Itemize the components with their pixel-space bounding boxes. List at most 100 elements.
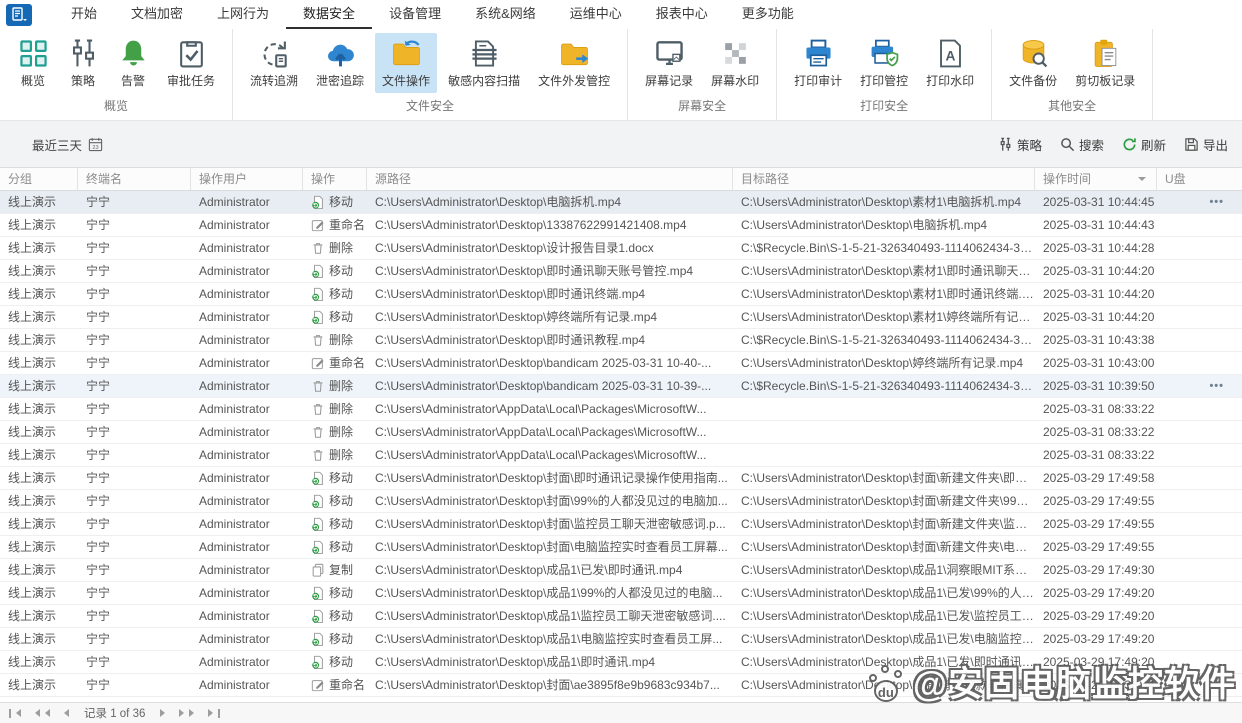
table-row[interactable]: 线上演示宁宁Administrator移动C:\Users\Administra… [0,513,1242,536]
group-cell: 线上演示 [0,260,78,282]
table-row[interactable]: 线上演示宁宁Administrator移动C:\Users\Administra… [0,260,1242,283]
ribbon-button-db-search[interactable]: 文件备份 [1002,33,1064,93]
menu-tab-8[interactable]: 报表中心 [639,0,725,29]
ribbon-button-label: 审批任务 [167,72,215,89]
table-row[interactable]: 线上演示宁宁Administrator移动C:\Users\Administra… [0,628,1242,651]
operation-cell: 删除 [303,375,367,397]
operation-cell: 移动 [303,467,367,489]
ribbon-button-clipboard-check[interactable]: 审批任务 [160,33,222,93]
ribbon-group: 概览策略告警审批任务概览 [0,29,233,120]
table-row[interactable]: 线上演示宁宁Administrator删除C:\Users\Administra… [0,444,1242,467]
search-button[interactable]: 搜索 [1060,135,1104,154]
pager-prev-button[interactable] [57,707,72,719]
time-cell: 2025-03-29 17:49:55 [1035,513,1157,535]
source-path-cell: C:\Users\Administrator\Desktop\成品1\已发\即时… [367,559,733,581]
table-row[interactable]: 线上演示宁宁Administrator移动C:\Users\Administra… [0,605,1242,628]
ribbon-button-mosaic[interactable]: 屏幕水印 [704,33,766,93]
table-row[interactable]: 线上演示宁宁Administrator删除C:\Users\Administra… [0,375,1242,398]
ribbon-button-folder-out[interactable]: 文件外发管控 [531,33,617,93]
app-logo-icon[interactable] [6,4,32,26]
action-button-label: 策略 [1017,135,1042,154]
usb-cell [1157,582,1242,604]
printer-shield-icon [869,38,900,69]
table-row[interactable]: 线上演示宁宁Administrator移动C:\Users\Administra… [0,490,1242,513]
table-row[interactable]: 线上演示宁宁Administrator移动C:\Users\Administra… [0,191,1242,214]
target-path-cell: C:\Users\Administrator\Desktop\成品1\洞察眼MI… [733,559,1035,581]
group-cell: 线上演示 [0,628,78,650]
table-row[interactable]: 线上演示宁宁Administrator重命名C:\Users\Administr… [0,214,1242,237]
table-row[interactable]: 线上演示宁宁Administrator移动C:\Users\Administra… [0,582,1242,605]
ribbon-group-label: 打印安全 [787,95,981,118]
menu-tab-6[interactable]: 系统&网络 [458,0,553,29]
table-row[interactable]: 线上演示宁宁Administrator移动C:\Users\Administra… [0,651,1242,674]
menu-tab-3[interactable]: 上网行为 [200,0,286,29]
cycle-icon [259,38,290,69]
target-path-cell: C:\Users\Administrator\Desktop\封面\新建文件夹\… [733,490,1035,512]
column-header-label: 源路径 [375,168,411,190]
source-path-cell: C:\Users\Administrator\Desktop\成品1\99%的人… [367,582,733,604]
pager-last-button[interactable] [205,707,223,720]
pager-next-button[interactable] [157,707,172,719]
refresh-icon [1122,137,1137,152]
table-row[interactable]: 线上演示宁宁Administrator删除C:\Users\Administra… [0,329,1242,352]
time-cell: 2025-03-31 10:44:45 [1035,191,1157,213]
table-row[interactable]: 线上演示宁宁Administrator重命名C:\Users\Administr… [0,352,1242,375]
target-path-cell: C:\Users\Administrator\Desktop\封面\新建文件夹\… [733,513,1035,535]
table-row[interactable]: 线上演示宁宁Administrator删除C:\Users\Administra… [0,421,1242,444]
sliders-sm-button[interactable]: 策略 [998,135,1042,154]
pager-first-button[interactable] [6,707,24,720]
menu-tab-5[interactable]: 设备管理 [372,0,458,29]
ribbon-button-cycle[interactable]: 流转追溯 [243,33,305,93]
table-row[interactable]: 线上演示宁宁Administrator复制C:\Users\Administra… [0,559,1242,582]
user-cell: Administrator [191,375,303,397]
column-header-7[interactable]: 操作时间 [1035,168,1157,190]
sliders-sm-icon [998,137,1013,152]
date-range-filter[interactable]: 最近三天 23 [26,135,103,154]
ribbon-button-sliders[interactable]: 策略 [60,33,106,93]
user-cell: Administrator [191,352,303,374]
operation-cell: 重命名 [303,674,367,696]
export-button[interactable]: 导出 [1184,135,1228,154]
menu-tab-1[interactable]: 开始 [54,0,114,29]
refresh-button[interactable]: 刷新 [1122,135,1166,154]
table-row[interactable]: 线上演示宁宁Administrator移动C:\Users\Administra… [0,306,1242,329]
user-cell: Administrator [191,674,303,696]
table-row[interactable]: 线上演示宁宁Administrator重命名C:\Users\Administr… [0,674,1242,697]
operation-label: 删除 [329,329,353,351]
terminal-cell: 宁宁 [78,628,191,650]
menu-tab-4[interactable]: 数据安全 [286,0,372,29]
cloud-up-icon [325,38,356,69]
operation-cell: 删除 [303,444,367,466]
menu-tab-9[interactable]: 更多功能 [725,0,811,29]
pager-prev-page-button[interactable] [28,707,53,719]
time-cell: 2025-03-31 10:39:50 [1035,375,1157,397]
ribbon-button-clipboard-note[interactable]: 剪切板记录 [1068,33,1142,93]
group-cell: 线上演示 [0,582,78,604]
table-row[interactable]: 线上演示宁宁Administrator移动C:\Users\Administra… [0,283,1242,306]
menu-tab-2[interactable]: 文档加密 [114,0,200,29]
ribbon-button-bell[interactable]: 告警 [110,33,156,93]
ribbon-button-printer-shield[interactable]: 打印管控 [853,33,915,93]
ribbon-button-monitor[interactable]: 屏幕记录 [638,33,700,93]
pager-next-page-button[interactable] [176,707,201,719]
usb-cell [1157,490,1242,512]
ribbon-button-printer[interactable]: 打印审计 [787,33,849,93]
sort-caret-icon[interactable] [1138,177,1146,185]
move-icon [311,471,325,485]
table-row[interactable]: 线上演示宁宁Administrator移动C:\Users\Administra… [0,467,1242,490]
user-cell: Administrator [191,559,303,581]
ribbon-button-page-a[interactable]: A打印水印 [919,33,981,93]
menu-tab-7[interactable]: 运维中心 [553,0,639,29]
table-row[interactable]: 线上演示宁宁Administrator删除C:\Users\Administra… [0,398,1242,421]
user-cell: Administrator [191,490,303,512]
row-more-button[interactable]: ••• [1209,191,1224,213]
ribbon-button-cloud-up[interactable]: 泄密追踪 [309,33,371,93]
row-more-button[interactable]: ••• [1209,375,1224,397]
table-row[interactable]: 线上演示宁宁Administrator删除C:\Users\Administra… [0,237,1242,260]
group-cell: 线上演示 [0,398,78,420]
ribbon-button-grid[interactable]: 概览 [10,33,56,93]
ribbon-button-folder-return[interactable]: 文件操作 [375,33,437,93]
table-row[interactable]: 线上演示宁宁Administrator移动C:\Users\Administra… [0,536,1242,559]
clipboard-check-icon [176,38,207,69]
ribbon-button-doc-scan[interactable]: 敏感内容扫描 [441,33,527,93]
